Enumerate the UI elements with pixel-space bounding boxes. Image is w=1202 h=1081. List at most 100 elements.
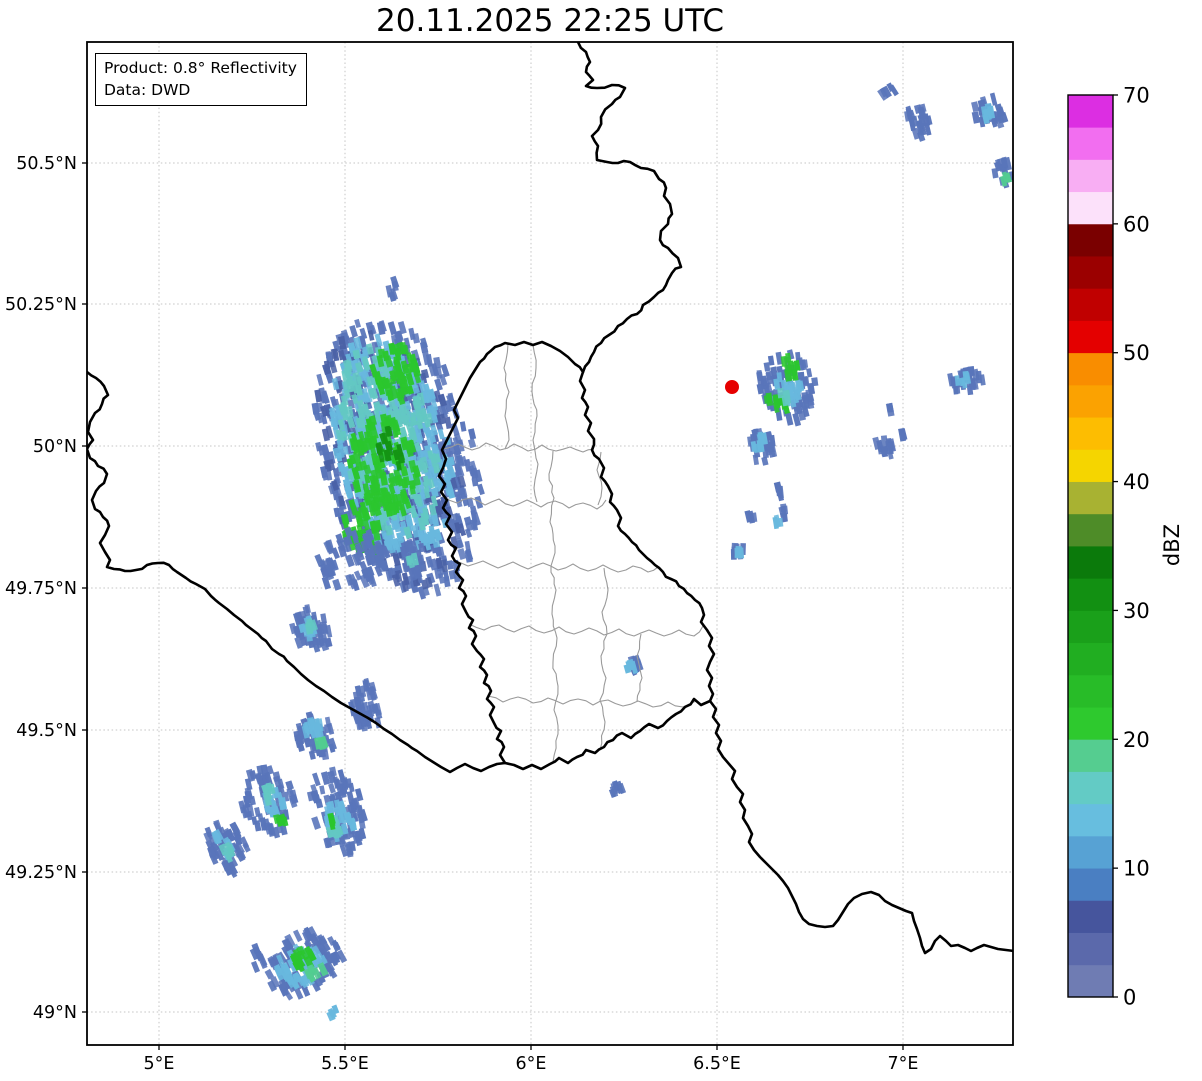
echo-cell [390, 275, 400, 289]
echo-cell [775, 485, 783, 497]
colorbar-segment [1068, 738, 1113, 772]
radar-figure: 20.11.2025 22:25 UTC 5°E 5.5°E 6°E 6.5°E 7°E… [0, 0, 1202, 1081]
colorbar-tick-label: 20 [1123, 728, 1150, 752]
canton-border-line [452, 559, 659, 573]
info-product-line: Product: 0.8° Reflectivity [104, 59, 297, 77]
x-tick-label: 5.5°E [321, 1054, 369, 1074]
y-tick-label: 49.75°N [5, 579, 77, 599]
x-tick-label: 5°E [144, 1054, 175, 1074]
colorbar-segment [1068, 126, 1113, 160]
echo-cell [776, 517, 784, 528]
colorbar-tick-label: 30 [1123, 599, 1150, 623]
echo-cell [806, 368, 813, 378]
colorbar-segment [1068, 159, 1113, 193]
radar-site-marker [725, 380, 739, 394]
echo-cell [289, 622, 298, 635]
echo-cell [437, 428, 445, 440]
info-data-line: Data: DWD [104, 81, 191, 99]
colorbar-segment [1068, 577, 1113, 611]
colorbar-segment [1068, 899, 1113, 933]
colorbar: 0 10 20 30 40 50 60 70 [1067, 84, 1150, 1010]
echo-cell [468, 428, 477, 440]
echo-cell [463, 458, 472, 472]
y-tick-label: 50°N [33, 437, 77, 457]
echo-cell [316, 373, 324, 386]
echo-cell [433, 583, 442, 597]
echo-cell [319, 785, 326, 795]
echo-cell [443, 576, 451, 588]
echo-cell [785, 411, 794, 426]
colorbar-segment [1068, 94, 1113, 128]
colorbar-segment [1068, 416, 1113, 450]
colorbar-segment [1068, 352, 1113, 386]
echo-cell [285, 780, 294, 791]
colorbar-segment [1068, 771, 1113, 805]
colorbar-tick-label: 40 [1123, 470, 1150, 494]
echo-cell [756, 371, 764, 385]
colorbar-tick-label: 70 [1123, 84, 1150, 108]
echo-cell [459, 421, 467, 432]
echo-cell [734, 547, 741, 558]
colorbar-segment [1068, 481, 1113, 515]
echo-cell [354, 318, 362, 329]
colorbar-tick-label: 50 [1123, 341, 1150, 365]
echo-cell [251, 960, 261, 974]
colorbar-segment [1068, 803, 1113, 837]
colorbar-unit-label: dBZ [1160, 523, 1184, 567]
echo-cell [947, 372, 955, 387]
x-tick-label: 6.5°E [693, 1054, 741, 1074]
colorbar-tick-label: 10 [1123, 857, 1150, 881]
colorbar-segment [1068, 642, 1113, 676]
y-tick-label: 50.5°N [16, 154, 77, 174]
canton-border-line [503, 343, 510, 450]
colorbar-segment [1068, 706, 1113, 740]
colorbar-segment [1068, 545, 1113, 579]
echo-cell [312, 772, 321, 787]
echo-cell [315, 441, 323, 452]
colorbar-tick-label: 0 [1123, 986, 1136, 1010]
y-tick-label: 49°N [33, 1003, 77, 1023]
echo-cell [801, 392, 809, 401]
x-tick-label: 7°E [888, 1054, 919, 1074]
echo-cell [467, 438, 477, 449]
y-tick-label: 49.25°N [5, 863, 77, 883]
axis-ticks-and-labels: 5°E 5.5°E 6°E 6.5°E 7°E 50.5°N 50.25°N 50°N 49.7… [5, 154, 918, 1074]
echo-cell [474, 495, 484, 509]
colorbar-segment [1068, 964, 1113, 998]
colorbar-segment [1068, 320, 1113, 354]
echo-cell [412, 333, 421, 344]
echo-cell [457, 548, 467, 560]
colorbar-segment [1068, 223, 1113, 257]
echo-cell [464, 550, 473, 563]
canton-border-line [599, 567, 609, 751]
radar-echoes [203, 82, 1013, 1022]
echo-cell [979, 374, 986, 386]
colorbar-segment [1068, 191, 1113, 225]
colorbar-segment [1068, 255, 1113, 289]
luxembourg-canton-borders [442, 343, 704, 763]
canton-border-line [487, 695, 697, 708]
radar-site-dot [725, 380, 739, 394]
colorbar-segment [1068, 384, 1113, 418]
echo-cell [781, 505, 789, 515]
country-borders [87, 42, 1013, 955]
echo-cell [311, 816, 322, 830]
echo-cell [422, 351, 431, 366]
border-france-germany [708, 699, 1013, 955]
echo-cell [292, 929, 303, 943]
colorbar-segment [1068, 932, 1113, 966]
canton-border-line [531, 344, 539, 503]
canton-border-line [468, 623, 704, 637]
border-belgium-germany [576, 42, 683, 374]
colorbar-segment [1068, 835, 1113, 869]
colorbar-segment [1068, 448, 1113, 482]
radar-map-canvas: 5°E 5.5°E 6°E 6.5°E 7°E 50.5°N 50.25°N 50°N 49.7… [5, 41, 1150, 1074]
echo-cell [971, 101, 980, 113]
echo-cell [962, 370, 970, 381]
x-tick-label: 6°E [516, 1054, 547, 1074]
colorbar-segment [1068, 867, 1113, 901]
colorbar-tick-label: 60 [1123, 212, 1150, 236]
echo-cell [332, 578, 342, 591]
canton-border-line [548, 450, 559, 763]
info-box: Product: 0.8° Reflectivity Data: DWD [95, 53, 307, 106]
